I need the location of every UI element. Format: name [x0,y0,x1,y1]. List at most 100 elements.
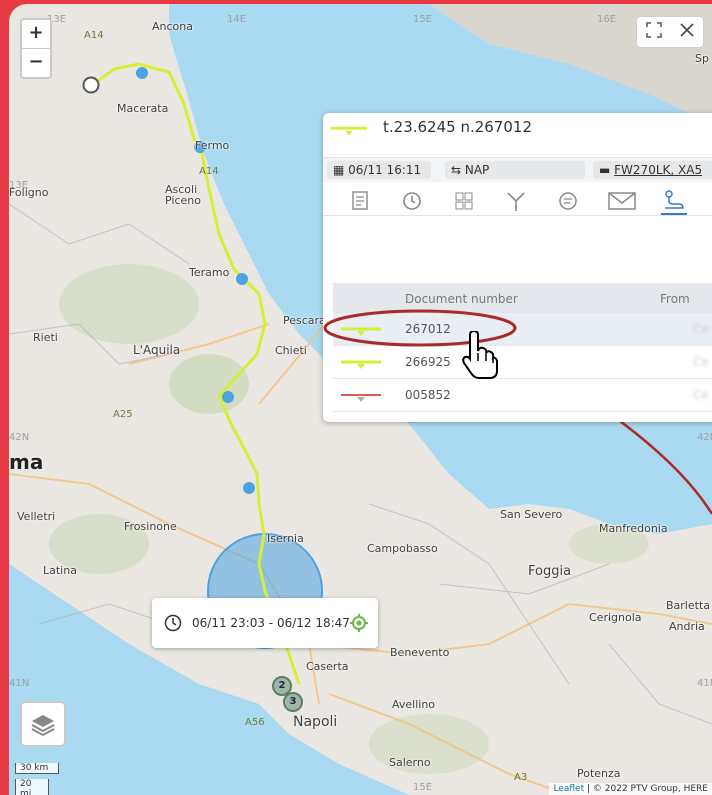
tab-grid[interactable] [451,189,477,213]
location-chip: ⇆ NAP [445,161,585,179]
city-label: San Severo [500,508,563,521]
city-label: Barletta [666,599,710,612]
table-row[interactable]: 005852 Ce [333,379,712,412]
city-label: Velletri [17,510,56,523]
tab-history[interactable] [399,189,425,213]
city-label: Frosinone [124,520,177,533]
grid-label: 13E [9,180,29,191]
city-label: Avellino [392,698,436,711]
city-label: Andria [669,620,705,633]
grid-label: 16E [597,14,617,25]
from-value: Ce [693,388,709,402]
highway-label: A3 [514,772,528,783]
route-point [136,67,148,79]
chat-icon [559,192,577,210]
city-label: Cerignola [589,611,642,624]
city-label: Napoli [293,714,338,730]
city-label: Manfredonia [599,522,668,535]
tab-documents[interactable] [347,189,373,213]
scale-mi: 20 mi [15,779,49,795]
route-color-swatch [330,126,368,136]
city-label: Foggia [528,564,572,579]
from-value: Ce [693,322,709,336]
panel-title: t.23.6245 n.267012 [383,118,532,136]
calendar-icon: ▦ [333,163,349,177]
grid-label: 15E [413,782,433,793]
route-color-swatch [341,394,381,402]
city-label: Latina [43,564,77,577]
city-label: Benevento [390,646,450,659]
city-label: Ascoli Piceno [165,183,201,207]
grid-label: 14E [227,14,247,25]
document-number: 266925 [405,355,451,369]
grid-label: 41N [9,678,30,689]
city-label: Pescara [283,314,326,327]
city-label: Isernia [267,532,304,545]
city-label: ma [9,450,44,474]
info-bar: ▦ 06/11 16:11 ⇆ NAP ▬ FW270LK, XA5 [323,157,712,182]
route-point [243,482,255,494]
attribution-text: | © 2022 PTV Group, HERE [587,784,708,794]
tab-mail[interactable] [607,189,636,213]
truck-icon: ▬ [599,163,615,177]
route-start-marker [82,76,100,94]
highway-label: A25 [113,409,133,420]
panel-tabs [323,185,712,216]
documents-icon [352,191,368,210]
city-label: Salerno [389,756,431,769]
route-icon [665,190,684,209]
mail-icon [608,192,636,210]
grid-label: 42N [9,432,30,443]
grid-label: 41N [697,678,712,689]
history-icon [403,192,421,210]
map-attribution: Leaflet | © 2022 PTV Group, HERE [549,783,712,795]
close-icon[interactable] [679,22,695,42]
highway-label: A14 [84,30,104,41]
grid-label: 42N [697,432,712,443]
city-label: Potenza [577,767,621,780]
vehicle-chip[interactable]: ▬ FW270LK, XA5 [593,161,712,179]
cluster-marker[interactable]: 3 [283,692,303,712]
route-point [236,273,248,285]
zoom-in-button[interactable]: + [22,20,50,49]
zoom-out-button[interactable]: − [22,49,50,77]
leaflet-link[interactable]: Leaflet [553,784,584,794]
layers-icon [31,715,55,737]
grid-icon [455,192,473,210]
fullscreen-icon[interactable] [645,21,663,43]
column-from[interactable]: From [660,292,690,306]
clock-icon [164,614,182,632]
grid-label: 15E [413,14,433,25]
city-label: Sp [695,52,709,65]
city-label: Campobasso [367,542,438,555]
city-label: Caserta [306,660,349,673]
map-corner-controls [636,16,704,48]
hand-pointer-icon [462,331,498,379]
tab-chat[interactable] [555,189,581,213]
zoom-control: + − [20,18,52,79]
scale-km: 30 km [15,763,59,774]
trip-detail-panel: t.23.6245 n.267012 ▦ 06/11 16:11 ⇆ NAP ▬… [323,113,712,422]
document-number: 005852 [405,388,451,402]
layers-button[interactable] [20,701,66,747]
tab-route[interactable] [661,189,687,215]
city-label: Ancona [152,20,193,33]
city-label: Rieti [33,331,58,344]
highway-label: A14 [199,166,219,177]
locate-icon[interactable] [350,614,368,632]
map-frame: Ancona Macerata Fermo Ascoli Piceno Tera… [9,4,712,795]
city-label: Teramo [189,266,230,279]
city-label: Macerata [117,102,169,115]
datetime-chip: ▦ 06/11 16:11 [327,161,431,179]
fork-icon [507,192,525,211]
tab-fork[interactable] [503,189,529,213]
from-value: Ce [693,355,709,369]
city-label: Fermo [195,139,230,152]
time-range-text: 06/11 23:03 - 06/12 18:47 [192,616,350,630]
city-label: L'Aquila [133,343,181,357]
route-color-swatch [341,360,381,369]
time-range-popup: 06/11 23:03 - 06/12 18:47 [152,598,378,648]
city-label: Chieti [275,344,307,357]
route-point [222,391,234,403]
highway-label: A56 [245,717,265,728]
